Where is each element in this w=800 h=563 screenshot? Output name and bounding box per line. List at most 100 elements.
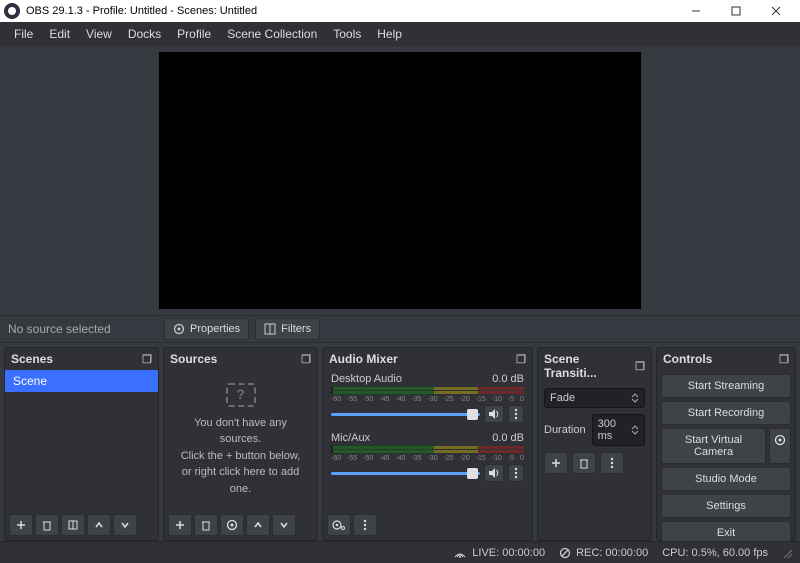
- add-source-button[interactable]: [168, 514, 192, 536]
- mixer-menu-button[interactable]: [353, 514, 377, 536]
- window-title: OBS 29.1.3 - Profile: Untitled - Scenes:…: [26, 5, 257, 17]
- plus-icon: [174, 519, 186, 531]
- mute-button[interactable]: [484, 405, 504, 423]
- add-scene-button[interactable]: [9, 514, 33, 536]
- undock-icon[interactable]: ❐: [635, 360, 645, 373]
- minimize-icon: [691, 6, 701, 16]
- move-source-up-button[interactable]: [246, 514, 270, 536]
- controls-list: Start Streaming Start Recording Start Vi…: [657, 370, 795, 549]
- question-placeholder-icon: ?: [226, 383, 256, 407]
- status-cpu: CPU: 0.5%, 60.00 fps: [662, 547, 768, 559]
- settings-button[interactable]: Settings: [661, 494, 791, 518]
- audio-mixer-dock: Audio Mixer ❐ Desktop Audio 0.0 dB -60-5…: [322, 347, 533, 541]
- kebab-icon: [610, 457, 614, 469]
- window-maximize-button[interactable]: [716, 0, 756, 22]
- meter-bar: [331, 450, 524, 453]
- meter-bar: [331, 391, 524, 394]
- duration-input[interactable]: 300 ms: [592, 414, 645, 446]
- mixer-options-button[interactable]: [508, 464, 524, 482]
- window-titlebar: OBS 29.1.3 - Profile: Untitled - Scenes:…: [0, 0, 800, 22]
- remove-transition-button[interactable]: [572, 452, 596, 474]
- slider-thumb[interactable]: [467, 409, 478, 420]
- controls-title: Controls: [663, 352, 712, 366]
- meter-ticks: -60-55-50-45-40-35-30-25-20-15-10-50: [331, 396, 524, 403]
- plus-icon: [550, 457, 562, 469]
- menu-file[interactable]: File: [6, 24, 41, 44]
- mute-button[interactable]: [484, 464, 504, 482]
- status-cpu-group: CPU: 0.5%, 60.00 fps: [662, 547, 768, 559]
- mixer-source-name: Mic/Aux: [331, 432, 370, 444]
- undock-icon[interactable]: ❐: [516, 353, 526, 366]
- move-scene-up-button[interactable]: [87, 514, 111, 536]
- stop-icon: [559, 547, 571, 559]
- start-recording-button[interactable]: Start Recording: [661, 401, 791, 425]
- meter-bar: [331, 387, 524, 390]
- docks-row: Scenes ❐ Scene Sources ❐ ? You don't hav…: [0, 343, 800, 541]
- sources-empty-line1: You don't have any sources.: [174, 415, 307, 448]
- menubar: File Edit View Docks Profile Scene Colle…: [0, 22, 800, 46]
- menu-view[interactable]: View: [78, 24, 120, 44]
- menu-docks[interactable]: Docks: [120, 24, 169, 44]
- sources-list[interactable]: ? You don't have any sources. Click the …: [164, 370, 317, 510]
- move-source-down-button[interactable]: [272, 514, 296, 536]
- scenes-dock: Scenes ❐ Scene: [4, 347, 159, 541]
- resize-grip-icon[interactable]: [782, 548, 792, 558]
- statusbar: LIVE: 00:00:00 REC: 00:00:00 CPU: 0.5%, …: [0, 541, 800, 563]
- transition-select[interactable]: Fade: [544, 388, 645, 408]
- preview-canvas[interactable]: [159, 52, 641, 309]
- remove-scene-button[interactable]: [35, 514, 59, 536]
- menu-edit[interactable]: Edit: [41, 24, 78, 44]
- move-scene-down-button[interactable]: [113, 514, 137, 536]
- studio-mode-button[interactable]: Studio Mode: [661, 467, 791, 491]
- transitions-body: Fade Duration 300 ms: [538, 384, 651, 478]
- transitions-dock: Scene Transiti... ❐ Fade Duration 300 ms: [537, 347, 652, 541]
- start-virtual-camera-button[interactable]: Start Virtual Camera: [661, 428, 766, 464]
- filters-icon: [264, 323, 276, 335]
- undock-icon[interactable]: ❐: [301, 353, 311, 366]
- speaker-icon: [488, 467, 500, 479]
- source-properties-button[interactable]: [220, 514, 244, 536]
- menu-help[interactable]: Help: [369, 24, 410, 44]
- mixer-header: Audio Mixer ❐: [323, 348, 532, 370]
- scene-filters-button[interactable]: [61, 514, 85, 536]
- volume-slider[interactable]: [331, 413, 480, 416]
- transition-options-button[interactable]: [600, 452, 624, 474]
- undock-icon[interactable]: ❐: [779, 353, 789, 366]
- scene-item[interactable]: Scene: [5, 370, 158, 392]
- gear-icon: [226, 519, 238, 531]
- app-logo-icon: [4, 3, 20, 19]
- mixer-options-button[interactable]: [508, 405, 524, 423]
- mixer-item-mic-aux: Mic/Aux 0.0 dB -60-55-50-45-40-35-30-25-…: [323, 429, 532, 488]
- meter-bar: [331, 446, 524, 449]
- window-close-button[interactable]: [756, 0, 796, 22]
- scenes-list[interactable]: Scene: [5, 370, 158, 510]
- source-status-label: No source selected: [8, 322, 158, 336]
- maximize-icon: [731, 6, 741, 16]
- menu-profile[interactable]: Profile: [169, 24, 219, 44]
- gear-icon: [173, 323, 185, 335]
- mixer-source-level: 0.0 dB: [492, 432, 524, 444]
- chevron-up-icon: [94, 520, 104, 530]
- properties-button[interactable]: Properties: [164, 318, 249, 340]
- window-minimize-button[interactable]: [676, 0, 716, 22]
- menu-scene-collection[interactable]: Scene Collection: [219, 24, 325, 44]
- mixer-body: Desktop Audio 0.0 dB -60-55-50-45-40-35-…: [323, 370, 532, 510]
- start-streaming-button[interactable]: Start Streaming: [661, 374, 791, 398]
- transitions-title: Scene Transiti...: [544, 352, 635, 380]
- add-transition-button[interactable]: [544, 452, 568, 474]
- mixer-title: Audio Mixer: [329, 352, 398, 366]
- slider-thumb[interactable]: [467, 468, 478, 479]
- sources-empty-line2: Click the + button below,: [181, 448, 301, 465]
- volume-slider[interactable]: [331, 472, 480, 475]
- advanced-audio-button[interactable]: [327, 514, 351, 536]
- trash-icon: [200, 519, 212, 531]
- trash-icon: [41, 519, 53, 531]
- undock-icon[interactable]: ❐: [142, 353, 152, 366]
- virtual-camera-settings-button[interactable]: [769, 428, 791, 464]
- mixer-source-name: Desktop Audio: [331, 373, 402, 385]
- remove-source-button[interactable]: [194, 514, 218, 536]
- filter-icon: [67, 519, 79, 531]
- trash-icon: [578, 457, 590, 469]
- menu-tools[interactable]: Tools: [325, 24, 369, 44]
- filters-button[interactable]: Filters: [255, 318, 320, 340]
